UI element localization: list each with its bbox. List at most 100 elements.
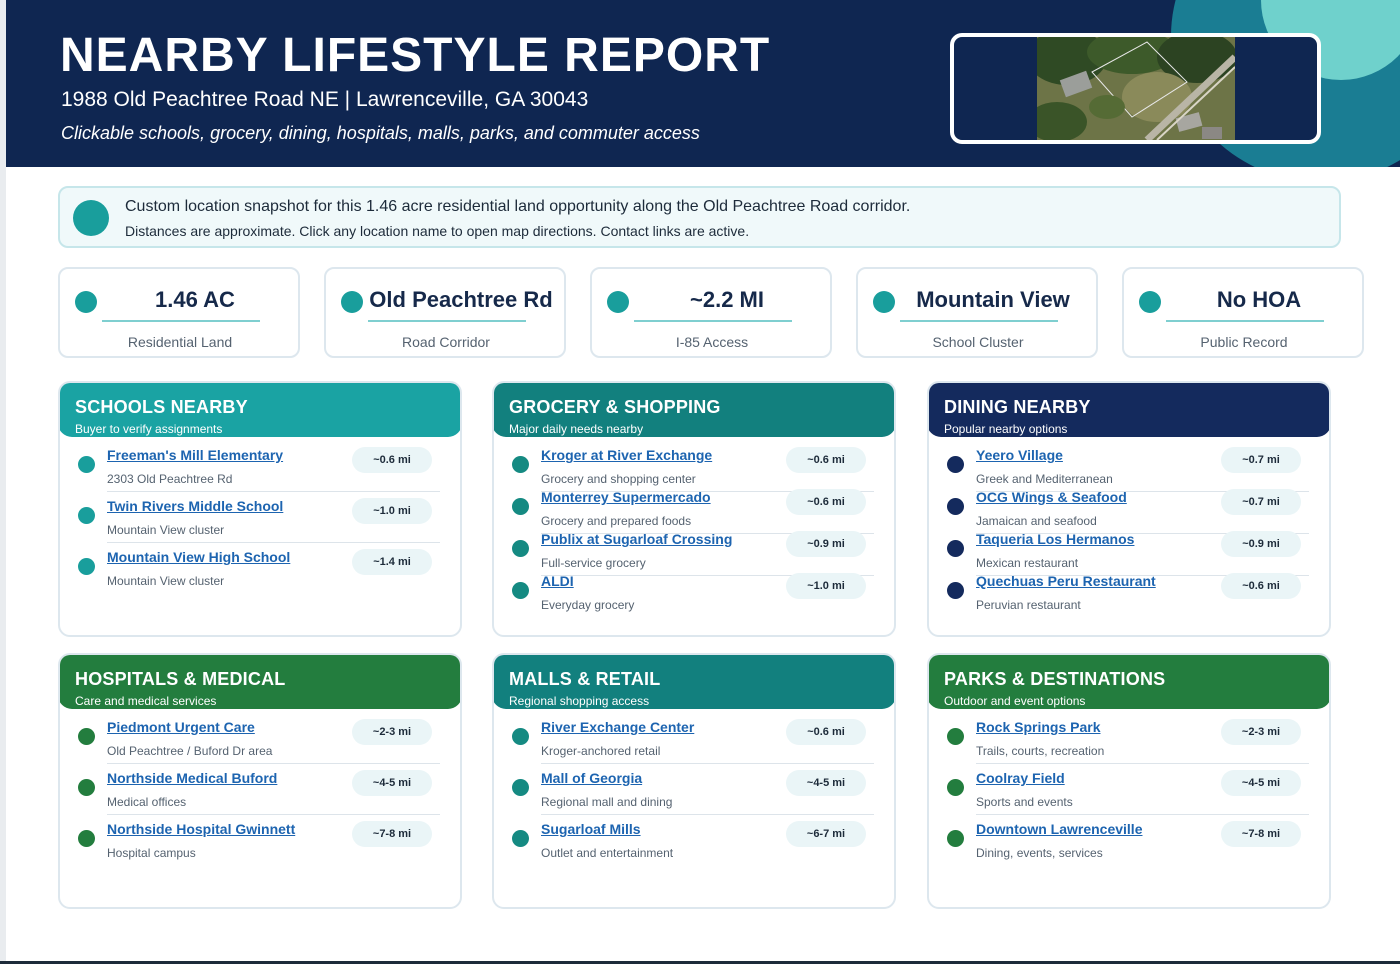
distance-badge: ~2-3 mi — [352, 719, 432, 745]
list-item: Twin Rivers Middle School Mountain View … — [60, 498, 460, 546]
location-link[interactable]: Rock Springs Park — [976, 719, 1101, 735]
divider — [107, 763, 440, 764]
distance-badge: ~0.6 mi — [786, 489, 866, 515]
list-item: Northside Hospital Gwinnett Hospital cam… — [60, 821, 460, 869]
divider — [541, 814, 874, 815]
location-link[interactable]: Mountain View High School — [107, 549, 290, 565]
stat-label: Road Corridor — [402, 334, 490, 350]
list-item: Monterrey Supermercado Grocery and prepa… — [494, 489, 894, 537]
list-item: Freeman's Mill Elementary 2303 Old Peach… — [60, 447, 460, 495]
location-description: Outlet and entertainment — [541, 846, 674, 860]
bullet-dot-icon — [512, 498, 529, 515]
location-description: Hospital campus — [107, 846, 196, 860]
distance-badge: ~7-8 mi — [1221, 821, 1301, 847]
stat-card-land: 1.46 AC Residential Land — [58, 267, 300, 358]
list-item: Rock Springs Park Trails, courts, recrea… — [929, 719, 1329, 767]
list-item: Yeero Village Greek and Mediterranean ~0… — [929, 447, 1329, 495]
location-link[interactable]: Kroger at River Exchange — [541, 447, 712, 463]
property-address: 1988 Old Peachtree Road NE | Lawrencevil… — [61, 88, 589, 111]
bullet-dot-icon — [78, 558, 95, 575]
divider — [107, 814, 440, 815]
section-header: HOSPITALS & MEDICAL Care and medical ser… — [60, 655, 460, 709]
stat-divider — [1166, 320, 1324, 322]
section-subtitle: Popular nearby options — [944, 422, 1068, 436]
location-link[interactable]: Piedmont Urgent Care — [107, 719, 255, 735]
list-item: Downtown Lawrenceville Dining, events, s… — [929, 821, 1329, 869]
stat-card-road: Old Peachtree Rd Road Corridor — [324, 267, 566, 358]
notice-summary: Custom location snapshot for this 1.46 a… — [125, 198, 911, 215]
bullet-dot-icon — [78, 507, 95, 524]
stat-dot-icon — [75, 291, 97, 313]
section-subtitle: Outdoor and event options — [944, 694, 1086, 708]
location-link[interactable]: Quechuas Peru Restaurant — [976, 573, 1156, 589]
bullet-dot-icon — [947, 582, 964, 599]
stat-label: I-85 Access — [675, 334, 749, 350]
location-link[interactable]: OCG Wings & Seafood — [976, 489, 1127, 505]
bullet-dot-icon — [947, 830, 964, 847]
stat-dot-icon — [341, 291, 363, 313]
section-header: PARKS & DESTINATIONS Outdoor and event o… — [929, 655, 1329, 709]
stat-value: 1.46 AC — [155, 287, 235, 312]
list-item: Mountain View High School Mountain View … — [60, 549, 460, 597]
location-link[interactable]: Sugarloaf Mills — [541, 821, 641, 837]
location-description: Mountain View cluster — [107, 523, 225, 537]
location-link[interactable]: River Exchange Center — [541, 719, 694, 735]
distance-badge: ~6-7 mi — [786, 821, 866, 847]
info-dot-icon — [73, 200, 109, 236]
stat-label: Residential Land — [127, 334, 233, 350]
bullet-dot-icon — [947, 498, 964, 515]
divider — [976, 814, 1309, 815]
section-dining: DINING NEARBY Popular nearby options Yee… — [927, 381, 1331, 637]
stat-dot-icon — [1139, 291, 1161, 313]
divider — [107, 542, 440, 543]
location-description: Grocery and shopping center — [541, 472, 696, 486]
bullet-dot-icon — [78, 830, 95, 847]
divider — [107, 491, 440, 492]
section-title: PARKS & DESTINATIONS — [944, 669, 1166, 689]
location-link[interactable]: Monterrey Supermercado — [541, 489, 711, 505]
distance-badge: ~0.6 mi — [352, 447, 432, 473]
location-link[interactable]: Twin Rivers Middle School — [107, 498, 283, 514]
location-description: Peruvian restaurant — [976, 598, 1081, 612]
location-link[interactable]: ALDI — [541, 573, 574, 589]
location-link[interactable]: Taqueria Los Hermanos — [976, 531, 1134, 547]
bullet-dot-icon — [512, 830, 529, 847]
distance-badge: ~1.0 mi — [786, 573, 866, 599]
list-item: River Exchange Center Kroger-anchored re… — [494, 719, 894, 767]
location-link[interactable]: Mall of Georgia — [541, 770, 642, 786]
distance-badge: ~4-5 mi — [786, 770, 866, 796]
distance-badge: ~0.6 mi — [1221, 573, 1301, 599]
list-item: Publix at Sugarloaf Crossing Full-servic… — [494, 531, 894, 579]
list-item: OCG Wings & Seafood Jamaican and seafood… — [929, 489, 1329, 537]
divider — [541, 763, 874, 764]
distance-badge: ~0.7 mi — [1221, 489, 1301, 515]
list-item: Coolray Field Sports and events ~4-5 mi — [929, 770, 1329, 818]
bullet-dot-icon — [947, 728, 964, 745]
bullet-dot-icon — [512, 582, 529, 599]
bullet-dot-icon — [512, 728, 529, 745]
stat-card-highway: ~2.2 MI I-85 Access — [590, 267, 832, 358]
location-link[interactable]: Freeman's Mill Elementary — [107, 447, 283, 463]
location-link[interactable]: Northside Medical Buford — [107, 770, 277, 786]
location-link[interactable]: Coolray Field — [976, 770, 1065, 786]
location-description: Grocery and prepared foods — [541, 514, 692, 528]
section-title: MALLS & RETAIL — [509, 669, 661, 689]
bullet-dot-icon — [78, 728, 95, 745]
stat-card-schools: Mountain View School Cluster — [856, 267, 1098, 358]
location-link[interactable]: Publix at Sugarloaf Crossing — [541, 531, 732, 547]
stat-divider — [634, 320, 792, 322]
location-description: Regional mall and dining — [541, 795, 673, 809]
stat-label: School Cluster — [932, 334, 1024, 350]
list-item: Northside Medical Buford Medical offices… — [60, 770, 460, 818]
list-item: Piedmont Urgent Care Old Peachtree / Buf… — [60, 719, 460, 767]
stat-dot-icon — [873, 291, 895, 313]
location-link[interactable]: Northside Hospital Gwinnett — [107, 821, 295, 837]
stat-card-hoa: No HOA Public Record — [1122, 267, 1364, 358]
location-description: Mexican restaurant — [976, 556, 1079, 570]
location-link[interactable]: Yeero Village — [976, 447, 1063, 463]
location-link[interactable]: Downtown Lawrenceville — [976, 821, 1142, 837]
section-subtitle: Regional shopping access — [509, 694, 650, 708]
list-item: Mall of Georgia Regional mall and dining… — [494, 770, 894, 818]
property-photo-frame — [950, 33, 1321, 144]
stat-value: Old Peachtree Rd — [369, 287, 553, 312]
